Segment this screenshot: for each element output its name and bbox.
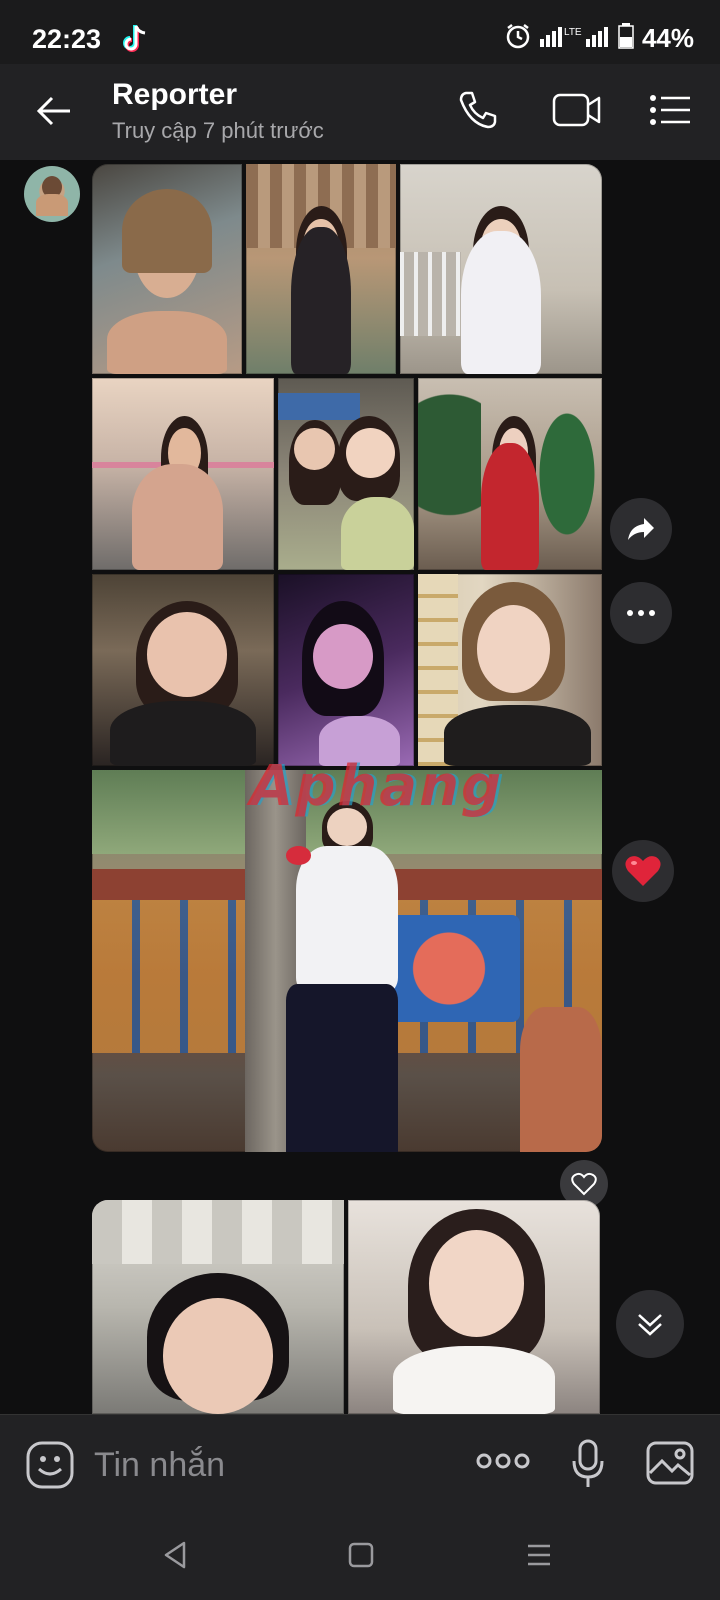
nav-back-icon[interactable] (162, 1540, 188, 1575)
photo-thumbnail[interactable] (278, 378, 414, 570)
photo-thumbnail[interactable] (246, 164, 396, 374)
more-options-icon[interactable] (610, 582, 672, 644)
photo-thumbnail[interactable] (418, 574, 602, 766)
avatar[interactable] (24, 166, 80, 222)
status-time: 22:23 (32, 24, 102, 54)
share-forward-icon[interactable] (610, 498, 672, 560)
tiktok-icon (122, 22, 152, 59)
message-composer (0, 1414, 720, 1515)
back-arrow-icon[interactable] (36, 94, 72, 133)
video-call-icon[interactable] (552, 92, 602, 133)
photo-thumbnail[interactable] (92, 574, 274, 766)
sticker-emoji-icon[interactable] (26, 1441, 74, 1494)
last-seen-status: Truy cập 7 phút trước (112, 118, 324, 143)
photo-thumbnail[interactable] (92, 378, 274, 570)
photo-large[interactable] (92, 770, 602, 1152)
signal-icon: LTE (539, 23, 610, 54)
message-list[interactable]: Aphang (0, 160, 720, 1414)
photo-thumbnail[interactable] (400, 164, 602, 374)
alarm-icon (504, 22, 532, 55)
message-input[interactable] (92, 1439, 446, 1491)
chat-header: Reporter Truy cập 7 phút trước (0, 64, 720, 160)
svg-text:LTE: LTE (564, 27, 582, 38)
nav-recents-icon[interactable] (526, 1542, 552, 1573)
watermark-text: Aphang (250, 754, 504, 819)
photo-thumbnail[interactable] (348, 1200, 600, 1414)
chat-title[interactable]: Reporter (112, 78, 237, 112)
gallery-image-icon[interactable] (646, 1441, 694, 1490)
heart-reaction-icon[interactable] (612, 840, 674, 902)
nav-home-icon[interactable] (348, 1542, 374, 1573)
status-bar: 22:23 LTE 44% (0, 0, 720, 64)
microphone-icon[interactable] (570, 1439, 606, 1494)
battery-icon (618, 23, 634, 54)
photo-thumbnail[interactable] (92, 164, 242, 374)
menu-list-icon[interactable] (650, 94, 692, 131)
scroll-down-icon[interactable] (616, 1290, 684, 1358)
system-navigation-bar (0, 1514, 720, 1600)
more-dots-icon[interactable] (476, 1451, 530, 1476)
photo-thumbnail[interactable] (418, 378, 602, 570)
photo-thumbnail[interactable] (92, 1200, 344, 1414)
battery-percentage: 44% (641, 23, 694, 53)
photo-thumbnail[interactable] (278, 574, 414, 766)
phone-call-icon[interactable] (458, 90, 498, 135)
